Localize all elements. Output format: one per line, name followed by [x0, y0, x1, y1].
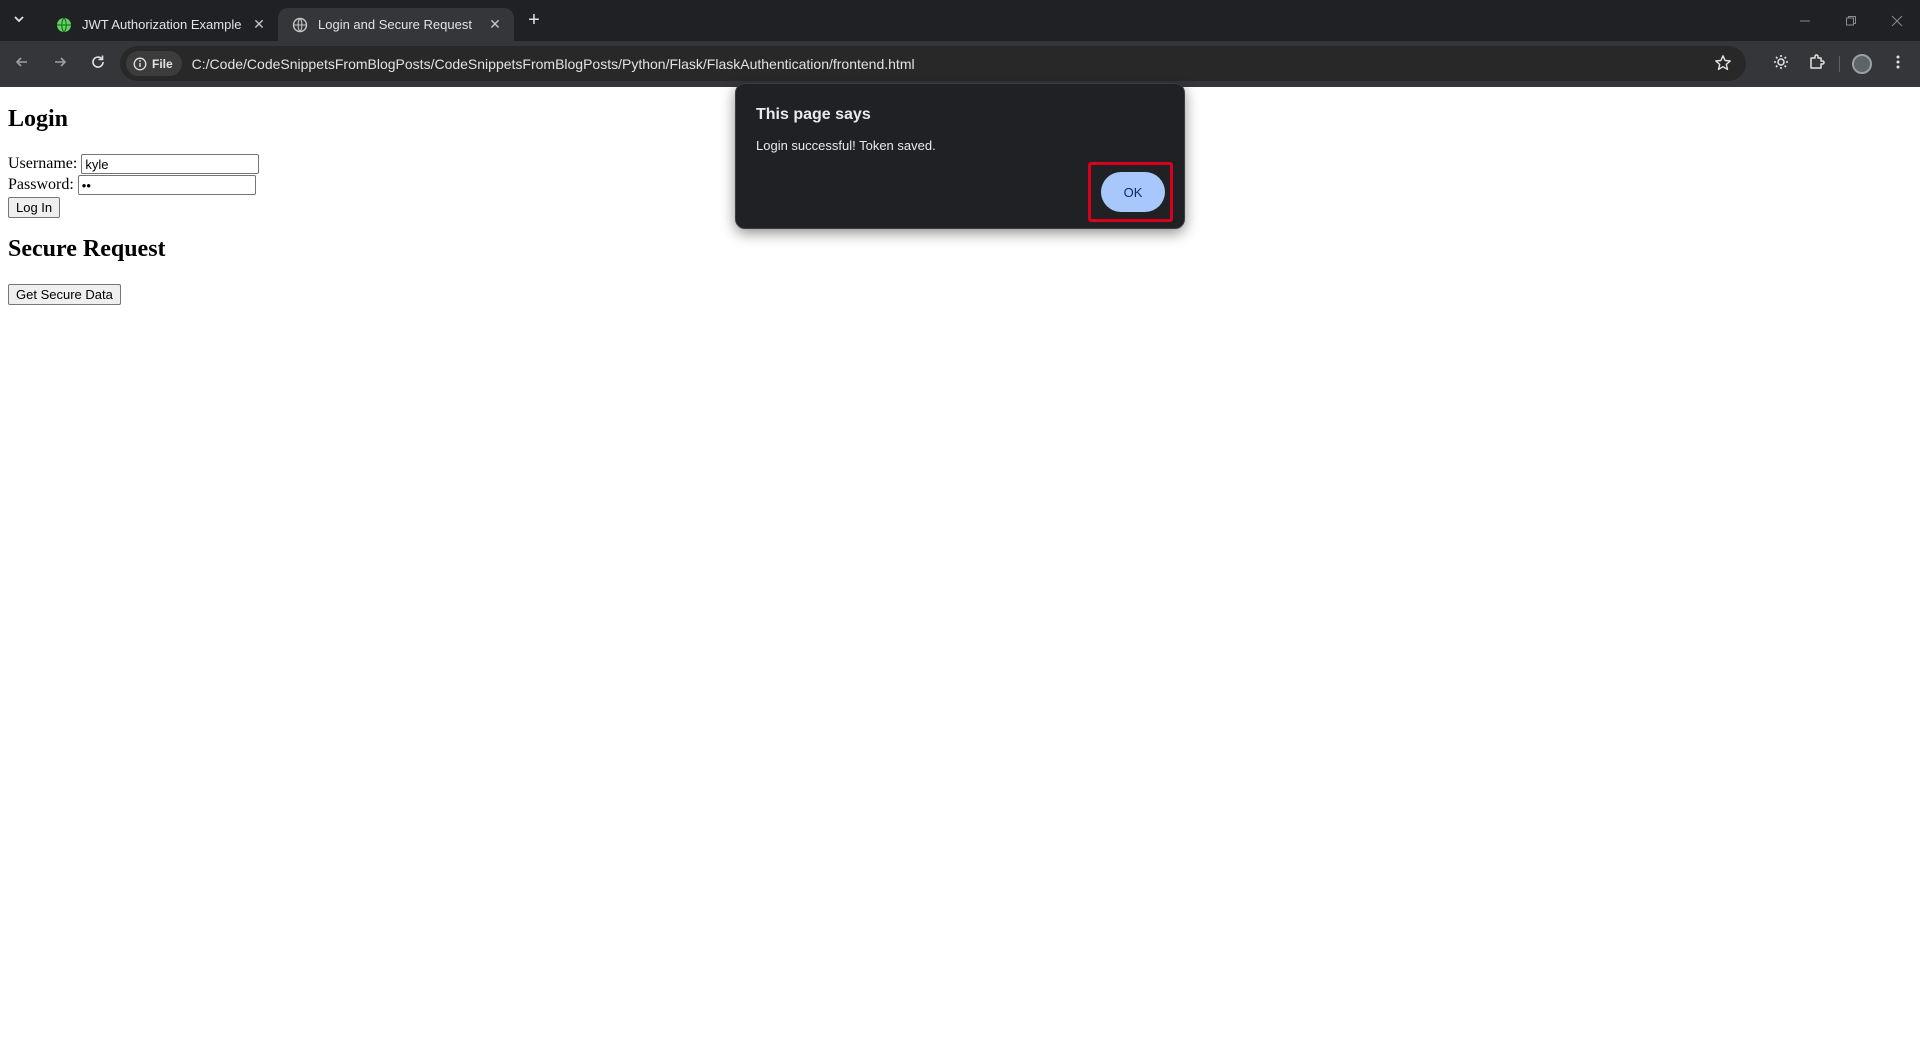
- toolbar-divider: [1839, 56, 1840, 72]
- chevron-down-icon: [13, 12, 25, 30]
- reload-button[interactable]: [81, 47, 115, 81]
- browser-toolbar: File C:/Code/CodeSnippetsFromBlogPosts/C…: [0, 41, 1920, 87]
- password-input[interactable]: [77, 175, 256, 195]
- toolbar-actions: [1763, 41, 1920, 87]
- close-icon[interactable]: ✕: [486, 16, 504, 34]
- globe-icon: [292, 17, 308, 33]
- tab-title: Login and Secure Request: [318, 17, 472, 32]
- page-content: Login Username: Password: Log In Secure …: [0, 87, 1920, 1040]
- profile-button[interactable]: [1844, 46, 1880, 82]
- close-window-button[interactable]: [1874, 0, 1920, 41]
- forward-button[interactable]: [43, 47, 77, 81]
- secure-request-heading: Secure Request: [8, 236, 166, 262]
- tab-search-button[interactable]: [6, 8, 32, 34]
- dialog-message: Login successful! Token saved.: [756, 138, 936, 153]
- menu-button[interactable]: [1880, 46, 1916, 82]
- url-text[interactable]: C:/Code/CodeSnippetsFromBlogPosts/CodeSn…: [192, 56, 915, 72]
- settings-icon: [1772, 53, 1790, 76]
- login-heading: Login: [8, 106, 69, 132]
- tab-strip: JWT Authorization Example ✕ Login and Se…: [0, 0, 1920, 41]
- arrow-left-icon: [14, 54, 30, 75]
- plus-icon: +: [528, 9, 540, 31]
- minimize-button[interactable]: [1782, 0, 1828, 41]
- back-button[interactable]: [5, 47, 39, 81]
- tab-title: JWT Authorization Example: [82, 17, 242, 32]
- close-icon[interactable]: ✕: [250, 16, 268, 34]
- username-input[interactable]: [81, 154, 260, 174]
- chip-label: File: [152, 56, 173, 71]
- username-row: Username:: [8, 154, 260, 174]
- password-label: Password:: [8, 176, 74, 193]
- password-row: Password:: [8, 175, 256, 195]
- site-info-chip[interactable]: File: [126, 51, 182, 76]
- puzzle-icon: [1808, 53, 1826, 76]
- tab-jwt-authorization[interactable]: JWT Authorization Example ✕: [42, 8, 278, 41]
- new-tab-button[interactable]: +: [520, 7, 548, 35]
- globe-green-icon: [56, 17, 72, 33]
- arrow-right-icon: [52, 54, 68, 75]
- reload-icon: [90, 54, 106, 75]
- restore-button[interactable]: [1828, 0, 1874, 41]
- tab-login-secure-request[interactable]: Login and Secure Request ✕: [278, 8, 514, 41]
- alert-dialog: This page says Login successful! Token s…: [735, 83, 1185, 229]
- ok-button[interactable]: OK: [1101, 172, 1165, 212]
- username-label: Username:: [8, 155, 78, 172]
- star-icon[interactable]: [1714, 54, 1732, 77]
- dialog-title: This page says: [756, 106, 871, 123]
- extension-gear-button[interactable]: [1763, 46, 1799, 82]
- more-vert-icon: [1890, 54, 1906, 75]
- log-in-button[interactable]: Log In: [8, 197, 61, 218]
- get-secure-data-button[interactable]: Get Secure Data: [8, 284, 121, 305]
- window-controls: [1782, 0, 1920, 41]
- avatar: [1852, 54, 1872, 74]
- address-bar[interactable]: File C:/Code/CodeSnippetsFromBlogPosts/C…: [120, 46, 1746, 81]
- extensions-button[interactable]: [1799, 46, 1835, 82]
- info-icon: [133, 57, 147, 71]
